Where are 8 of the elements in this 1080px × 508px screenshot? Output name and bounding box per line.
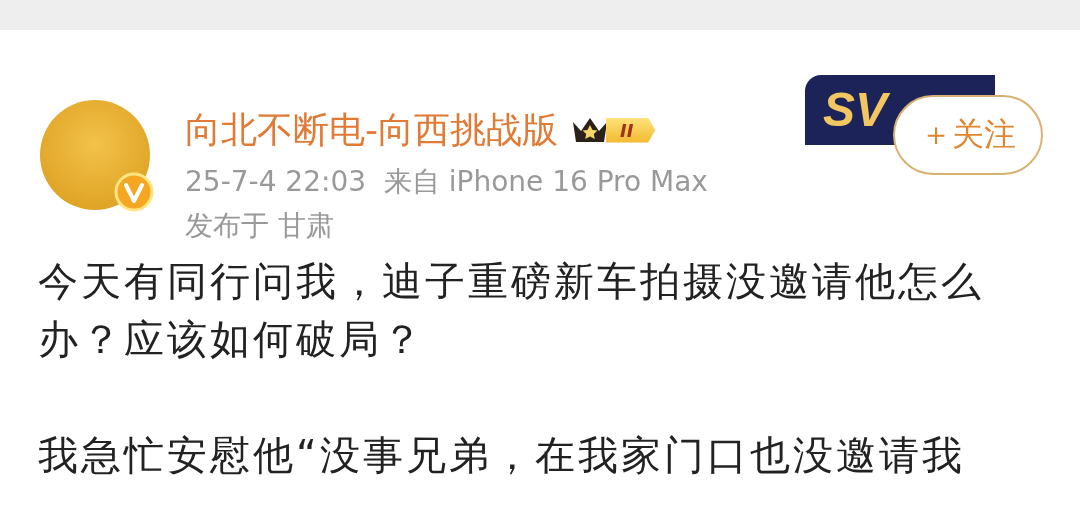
post-location: 发布于 甘肃 <box>185 208 335 244</box>
post-time-source: 25-7-4 22:03 来自 iPhone 16 Pro Max <box>185 164 708 200</box>
post-paragraph: 今天有同行问我，迪子重磅新车拍摄没邀请他怎么办？应该如何破局？ <box>38 257 985 364</box>
verified-icon <box>114 172 154 212</box>
post-paragraph: 我急忙安慰他“没事兄弟，在我家门口也没邀请我 <box>38 431 966 480</box>
follow-button[interactable]: ＋关注 <box>893 95 1043 175</box>
level-badge[interactable]: II <box>570 114 656 146</box>
author-name[interactable]: 向北不断电-向西挑战版 <box>185 106 558 154</box>
